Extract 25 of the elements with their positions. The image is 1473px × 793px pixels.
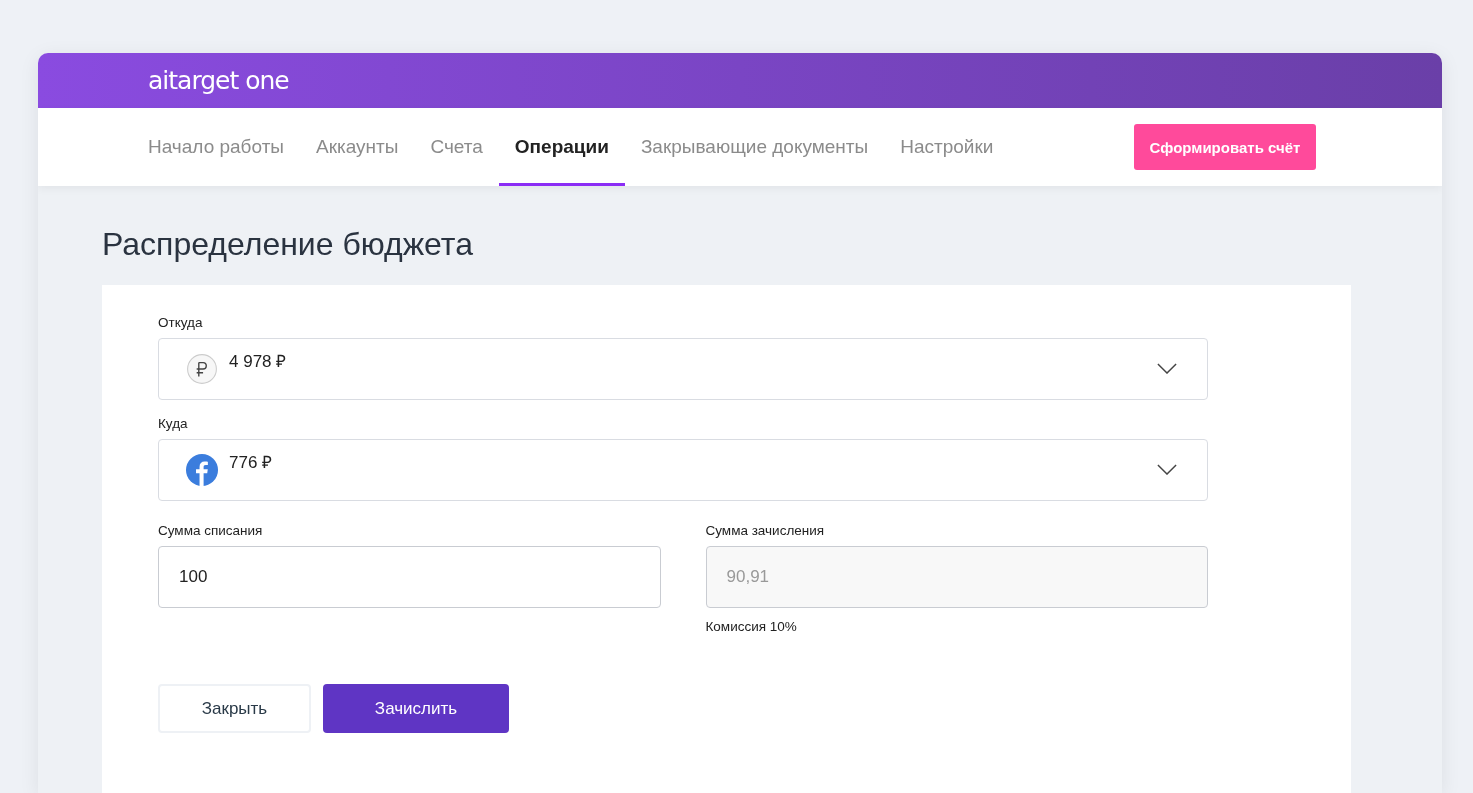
logo[interactable]: aitarget one bbox=[148, 66, 289, 95]
nav-tab[interactable]: Настройки bbox=[884, 108, 1010, 186]
account-select[interactable]: 776 ₽ bbox=[158, 439, 1208, 501]
chevron-down-icon bbox=[1157, 464, 1177, 475]
account-select[interactable]: 4 978 ₽ bbox=[158, 338, 1208, 400]
nav-tab[interactable]: Счета bbox=[414, 108, 499, 186]
field-label: Откуда bbox=[158, 315, 204, 330]
field-label: Сумма зачисления bbox=[705, 523, 826, 538]
nav-tab[interactable]: Операции bbox=[498, 108, 625, 186]
submit-button[interactable]: Зачислить bbox=[323, 684, 509, 733]
commission-note: Комиссия 10% bbox=[705, 619, 798, 634]
select-value: 776 ₽ bbox=[229, 452, 273, 473]
nav-tab[interactable]: Закрывающие документы bbox=[624, 108, 885, 186]
field-label: Сумма списания bbox=[158, 523, 264, 538]
select-value: 4 978 ₽ bbox=[229, 351, 287, 372]
close-button[interactable]: Закрыть bbox=[158, 684, 311, 733]
ruble-icon bbox=[186, 353, 218, 385]
amount-input[interactable]: 100 bbox=[158, 546, 661, 608]
nav-tab[interactable]: Начало работы bbox=[148, 108, 300, 186]
page-title: Распределение бюджета bbox=[102, 225, 474, 264]
field-label: Куда bbox=[158, 416, 189, 431]
create-invoice-button[interactable]: Сформировать счёт bbox=[1134, 124, 1316, 170]
nav-tab[interactable]: Аккаунты bbox=[300, 108, 415, 186]
facebook-icon bbox=[186, 454, 218, 486]
chevron-down-icon bbox=[1157, 363, 1177, 374]
